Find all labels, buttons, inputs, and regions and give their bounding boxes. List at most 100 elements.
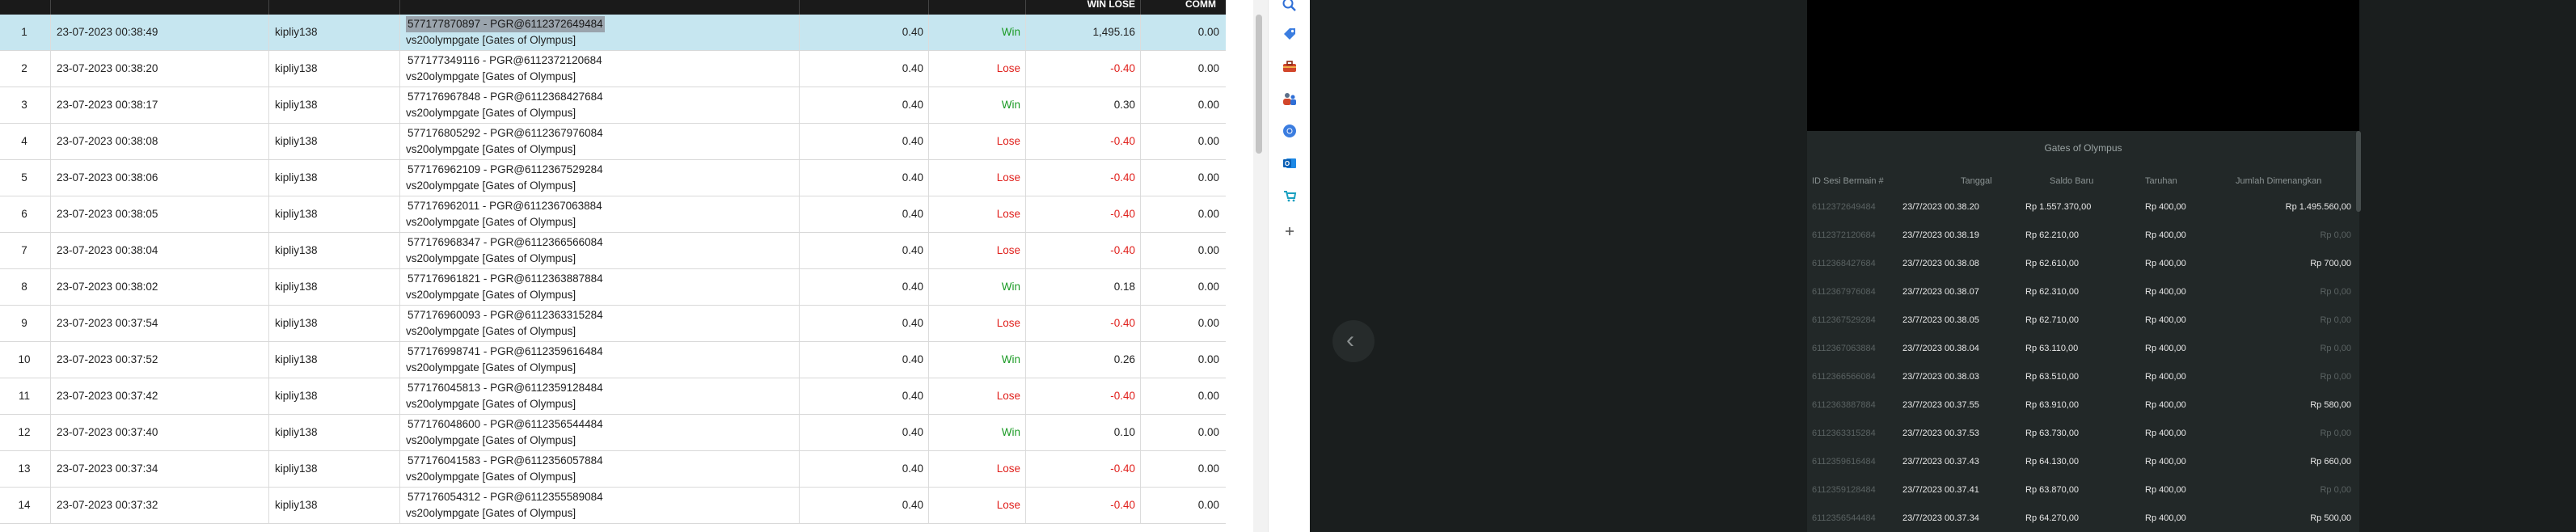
history-row-win: Rp 0,00 (2320, 344, 2351, 353)
row-transaction-id: 577176962109 - PGR@6112367529284 (408, 163, 603, 175)
row-description: 577176041583 - PGR@6112356057884 vs20olym… (406, 453, 605, 487)
row-date: 23-07-2023 00:38:17 (57, 99, 158, 111)
history-row[interactable]: 6112368427684 23/7/2023 00.38.08 Rp 62.610… (1807, 251, 2359, 279)
history-scrollbar[interactable] (2356, 131, 2361, 212)
history-row[interactable]: 6112363887884 23/7/2023 00.37.55 Rp 63.910… (1807, 392, 2359, 420)
tag-icon[interactable] (1282, 26, 1298, 42)
row-comm: 0.00 (1197, 135, 1219, 147)
history-header-date: Tanggal (1961, 176, 1992, 186)
table-row[interactable]: 6 23-07-2023 00:38:05 kipliy138 57717696201… (0, 196, 1226, 233)
side-icon-strip: O (1268, 0, 1307, 532)
chrome-icon[interactable] (1282, 123, 1298, 139)
row-comm: 0.00 (1197, 244, 1219, 256)
back-button[interactable]: ‹ (1332, 320, 1375, 362)
history-row[interactable]: 6112367529284 23/7/2023 00.38.05 Rp 62.710… (1807, 307, 2359, 336)
scrollbar-thumb[interactable] (1256, 15, 1262, 154)
history-row[interactable]: 6112359128484 23/7/2023 00.37.41 Rp 63.870… (1807, 477, 2359, 505)
row-transaction-id: 577176048600 - PGR@6112356544484 (408, 418, 603, 430)
row-game-name: vs20olympgate [Gates of Olympus] (406, 107, 576, 119)
history-row-balance: Rp 64.130,00 (2025, 457, 2080, 467)
history-row[interactable]: 6112366566084 23/7/2023 00.38.03 Rp 63.510… (1807, 364, 2359, 392)
row-transaction-id: 577176967848 - PGR@6112368427684 (408, 91, 603, 103)
row-number: 1 (21, 26, 27, 38)
table-row[interactable]: 10 23-07-2023 00:37:52 kipliy138 5771769987… (0, 342, 1226, 378)
history-row[interactable]: 6112367976084 23/7/2023 00.38.07 Rp 62.310… (1807, 279, 2359, 307)
table-row[interactable]: 2 23-07-2023 00:38:20 kipliy138 57717734911… (0, 51, 1226, 87)
people-icon[interactable] (1282, 91, 1298, 107)
chevron-left-icon: ‹ (1346, 327, 1354, 353)
history-row-win: Rp 0,00 (2320, 429, 2351, 438)
row-stake: 0.40 (902, 99, 923, 111)
table-row[interactable]: 4 23-07-2023 00:38:08 kipliy138 57717680529… (0, 124, 1226, 160)
plus-icon[interactable] (1282, 223, 1298, 239)
row-stake: 0.40 (902, 462, 923, 475)
table-row[interactable]: 9 23-07-2023 00:37:54 kipliy138 57717696009… (0, 306, 1226, 342)
row-win-lose: -0.40 (1110, 208, 1135, 220)
history-row-win: Rp 660,00 (2310, 457, 2351, 467)
history-row[interactable]: 6112363315284 23/7/2023 00.37.53 Rp 63.730… (1807, 420, 2359, 449)
outlook-icon[interactable]: O (1282, 155, 1298, 171)
table-row[interactable]: 11 23-07-2023 00:37:42 kipliy138 5771760458… (0, 378, 1226, 415)
history-row[interactable]: 6112372649484 23/7/2023 00.38.20 Rp 1.557.… (1807, 194, 2359, 222)
history-header-bet: Taruhan (2145, 176, 2177, 186)
history-row-date: 23/7/2023 00.38.07 (1902, 287, 1979, 297)
row-username: kipliy138 (275, 499, 318, 511)
history-row-win: Rp 1.495.560,00 (2285, 202, 2351, 212)
search-icon[interactable] (1282, 0, 1298, 13)
table-row[interactable]: 7 23-07-2023 00:38:04 kipliy138 57717696834… (0, 233, 1226, 269)
row-description: 577176961821 - PGR@6112363887884 vs20olym… (406, 271, 605, 305)
row-number: 5 (21, 171, 27, 184)
row-username: kipliy138 (275, 135, 318, 147)
history-row-id: 6112367976084 (1812, 287, 1876, 297)
history-row[interactable]: 6112372120684 23/7/2023 00.38.19 Rp 62.210… (1807, 222, 2359, 251)
row-transaction-id: 577176998741 - PGR@6112359616484 (408, 345, 603, 357)
shopping-icon[interactable] (1282, 188, 1298, 204)
row-stake: 0.40 (902, 281, 923, 293)
row-win-lose: -0.40 (1110, 62, 1135, 74)
game-window: ‹ Gates of Olympus ID Sesi Bermain # Tan… (1310, 0, 2576, 532)
history-row-date: 23/7/2023 00.38.20 (1902, 202, 1979, 212)
history-row-bet: Rp 400,00 (2145, 457, 2186, 467)
row-result: Lose (996, 462, 1020, 475)
history-row-date: 23/7/2023 00.38.19 (1902, 230, 1979, 240)
row-date: 23-07-2023 00:37:54 (57, 317, 158, 329)
table-row[interactable]: 3 23-07-2023 00:38:17 kipliy138 57717696784… (0, 87, 1226, 124)
row-win-lose: 0.26 (1113, 353, 1135, 365)
history-row-id: 6112367529284 (1812, 315, 1876, 325)
table-row[interactable]: 8 23-07-2023 00:38:02 kipliy138 57717696182… (0, 269, 1226, 306)
row-transaction-id: 577176961821 - PGR@6112363887884 (408, 272, 603, 285)
history-row[interactable]: 6112367063884 23/7/2023 00.38.04 Rp 63.110… (1807, 336, 2359, 364)
header-win-lose[interactable]: WIN LOSE (1025, 0, 1140, 15)
row-game-name: vs20olympgate [Gates of Olympus] (406, 507, 576, 519)
row-username: kipliy138 (275, 281, 318, 293)
table-row[interactable]: 12 23-07-2023 00:37:40 kipliy138 5771760486… (0, 415, 1226, 451)
row-number: 8 (21, 281, 27, 293)
row-comm: 0.00 (1197, 62, 1219, 74)
row-win-lose: -0.40 (1110, 499, 1135, 511)
row-transaction-id: 577177349116 - PGR@6112372120684 (408, 54, 602, 66)
history-row-balance: Rp 64.270,00 (2025, 513, 2080, 523)
row-description: 577176967848 - PGR@6112368427684 vs20olym… (406, 89, 605, 123)
history-row-bet: Rp 400,00 (2145, 259, 2186, 268)
header-comm[interactable]: COMM (1140, 0, 1221, 15)
history-row-date: 23/7/2023 00.37.34 (1902, 513, 1979, 523)
table-row[interactable]: 13 23-07-2023 00:37:34 kipliy138 5771760415… (0, 451, 1226, 488)
row-game-name: vs20olympgate [Gates of Olympus] (406, 179, 576, 192)
row-win-lose: -0.40 (1110, 317, 1135, 329)
row-win-lose: -0.40 (1110, 135, 1135, 147)
toolbox-icon[interactable] (1282, 58, 1298, 74)
row-number: 14 (18, 499, 31, 511)
row-comm: 0.00 (1197, 317, 1219, 329)
row-transaction-id: 577176045813 - PGR@6112359128484 (408, 382, 603, 394)
table-row[interactable]: 5 23-07-2023 00:38:06 kipliy138 57717696210… (0, 160, 1226, 196)
row-comm: 0.00 (1197, 426, 1219, 438)
history-row[interactable]: 6112359616484 23/7/2023 00.37.43 Rp 64.130… (1807, 449, 2359, 477)
row-stake: 0.40 (902, 390, 923, 402)
row-game-name: vs20olympgate [Gates of Olympus] (406, 325, 576, 337)
history-row[interactable]: 6112356544484 23/7/2023 00.37.34 Rp 64.270… (1807, 505, 2359, 532)
history-row-balance: Rp 1.557.370,00 (2025, 202, 2092, 212)
table-row[interactable]: 1 23-07-2023 00:38:49 kipliy138 57717787089… (0, 15, 1226, 51)
table-row[interactable]: 14 23-07-2023 00:37:32 kipliy138 5771760543… (0, 488, 1226, 524)
history-title: Gates of Olympus (2044, 142, 2122, 154)
row-result: Win (1001, 426, 1020, 438)
